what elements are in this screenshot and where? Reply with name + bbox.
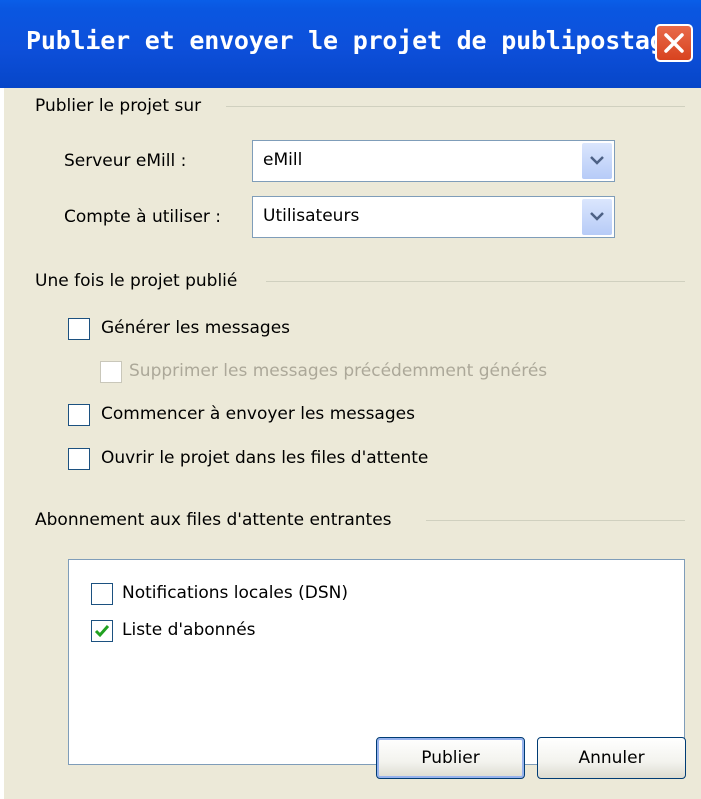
- publish-group-divider: [226, 106, 685, 107]
- title-bar[interactable]: Publier et envoyer le projet de publipos…: [0, 0, 701, 88]
- local-notifications-label: Notifications locales (DSN): [122, 583, 348, 603]
- dialog-window: Publier et envoyer le projet de publipos…: [0, 0, 701, 799]
- account-select-value: Utilisateurs: [263, 206, 360, 226]
- server-select[interactable]: eMill: [252, 140, 615, 182]
- subscription-group-divider: [426, 520, 685, 521]
- account-dropdown-button[interactable]: [582, 199, 612, 235]
- subscription-list[interactable]: Notifications locales (DSN) Liste d'abon…: [68, 559, 685, 765]
- local-notifications-checkbox[interactable]: [91, 583, 113, 605]
- account-label: Compte à utiliser :: [64, 207, 222, 227]
- server-select-value: eMill: [263, 150, 303, 170]
- cancel-button[interactable]: Annuler: [537, 737, 686, 779]
- generate-messages-checkbox[interactable]: [68, 318, 90, 340]
- server-dropdown-button[interactable]: [582, 143, 612, 179]
- after-group-label: Une fois le projet publié: [35, 271, 238, 291]
- start-sending-checkbox[interactable]: [68, 404, 90, 426]
- subscriber-list-label: Liste d'abonnés: [122, 620, 256, 640]
- close-icon: [664, 33, 684, 53]
- generate-messages-label: Générer les messages: [101, 318, 291, 338]
- server-label: Serveur eMill :: [64, 151, 187, 171]
- chevron-down-icon: [590, 212, 604, 221]
- open-queue-label: Ouvrir le projet dans les files d'attent…: [101, 448, 429, 468]
- after-group-divider: [266, 281, 685, 282]
- subscription-group-label: Abonnement aux files d'attente entrantes: [35, 510, 392, 530]
- start-sending-label: Commencer à envoyer les messages: [101, 404, 415, 424]
- publish-group-label: Publier le projet sur: [35, 96, 202, 116]
- delete-previous-checkbox: [100, 361, 122, 383]
- account-select[interactable]: Utilisateurs: [252, 196, 615, 238]
- delete-previous-label: Supprimer les messages précédemment géné…: [129, 361, 548, 381]
- chevron-down-icon: [590, 156, 604, 165]
- close-button[interactable]: [655, 24, 693, 62]
- publish-button[interactable]: Publier: [376, 737, 525, 779]
- subscriber-list-checkbox[interactable]: [91, 620, 113, 642]
- dialog-title: Publier et envoyer le projet de publipos…: [26, 26, 680, 55]
- open-queue-checkbox[interactable]: [68, 448, 90, 470]
- checkmark-icon: [94, 625, 110, 638]
- dialog-body: Publier le projet sur Serveur eMill : eM…: [4, 88, 701, 799]
